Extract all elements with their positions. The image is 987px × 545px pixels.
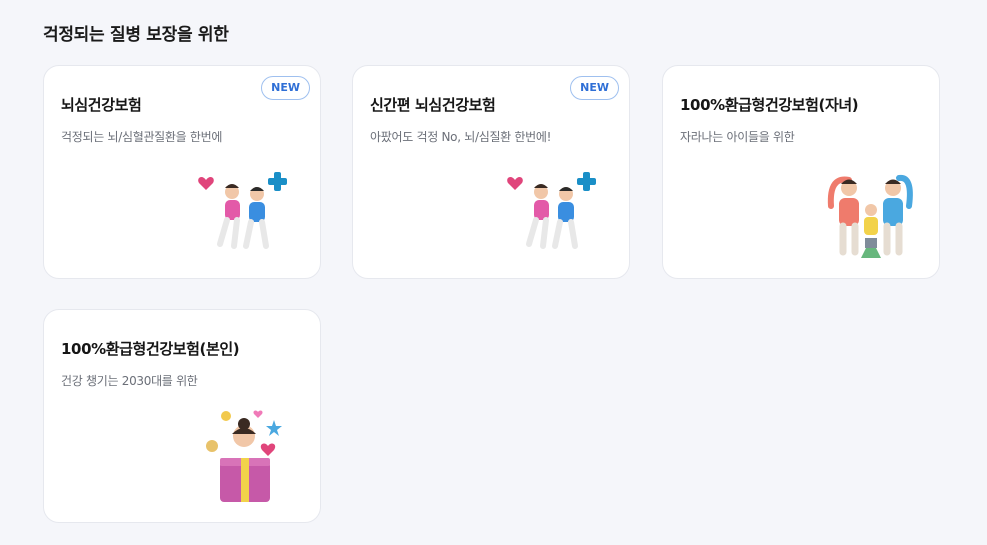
product-card-simple-brain-heart[interactable]: NEW 신간편 뇌심건강보험 아팠어도 걱정 No, 뇌/심질환 한번에! [352,65,630,279]
family-illustration [827,174,913,258]
card-description: 아팠어도 걱정 No, 뇌/심질환 한번에! [370,130,552,144]
gift-illustration [206,410,282,502]
card-title: 신간편 뇌심건강보험 [370,96,496,114]
running-couple-illustration [507,172,596,249]
section-title: 걱정되는 질병 보장을 위한 [43,25,229,45]
card-title: 뇌심건강보험 [61,96,142,114]
card-title: 100%환급형건강보험(자녀) [680,96,859,114]
running-couple-illustration [198,172,287,249]
card-description: 자라나는 아이들을 위한 [680,130,795,144]
card-description: 걱정되는 뇌/심혈관질환을 한번에 [61,130,223,144]
product-card-refund-child[interactable]: 100%환급형건강보험(자녀) 자라나는 아이들을 위한 [662,65,940,279]
card-description: 건강 챙기는 2030대를 위한 [61,374,198,388]
product-card-brain-heart[interactable]: NEW 뇌심건강보험 걱정되는 뇌/심혈관질환을 한번에 [43,65,321,279]
new-badge: NEW [261,76,310,100]
new-badge: NEW [570,76,619,100]
card-title: 100%환급형건강보험(본인) [61,340,240,358]
product-card-refund-self[interactable]: 100%환급형건강보험(본인) 건강 챙기는 2030대를 위한 [43,309,321,523]
